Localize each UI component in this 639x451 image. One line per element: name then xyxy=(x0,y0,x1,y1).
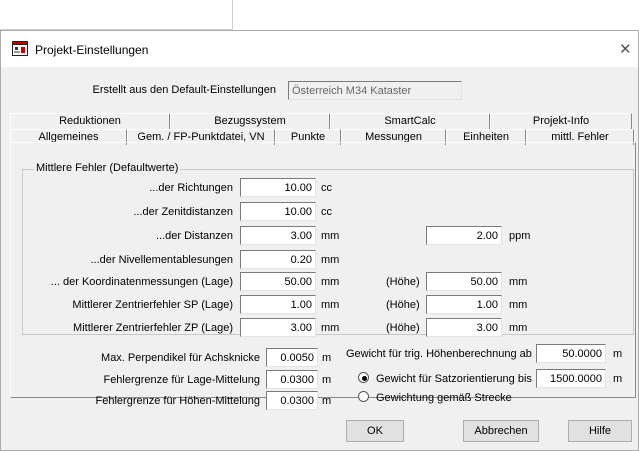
unit-lage-mittelung: m xyxy=(322,374,332,386)
field-zentrier-zp-lage[interactable]: 3.00 xyxy=(240,318,316,337)
unit-zentrier-zp-hoehe: mm xyxy=(509,322,528,334)
unit-richtungen: cc xyxy=(321,182,332,194)
row-label-zentrier-zp: Mittlerer Zentrierfehler ZP (Lage) xyxy=(73,322,233,334)
row-label-zenitdistanzen: ...der Zenitdistanzen xyxy=(133,206,233,218)
label-trig-hoehe: Gewicht für trig. Höhenberechnung ab xyxy=(346,348,532,360)
field-lage-mittelung[interactable]: 0.0300 xyxy=(266,370,318,389)
window-title: Projekt-Einstellungen xyxy=(35,43,149,57)
created-from-field: Österreich M34 Kataster xyxy=(288,81,462,100)
row-label-richtungen: ...der Richtungen xyxy=(149,182,233,194)
tab-bezugssystem[interactable]: Bezugssystem xyxy=(170,113,330,129)
field-nivellement[interactable]: 0.20 xyxy=(240,250,316,269)
field-zenitdistanzen[interactable]: 10.00 xyxy=(240,202,316,221)
field-zentrier-sp-hoehe[interactable]: 1.00 xyxy=(426,295,502,314)
label-perpendikel: Max. Perpendikel für Achsknicke xyxy=(101,352,260,364)
field-zentrier-zp-hoehe[interactable]: 3.00 xyxy=(426,318,502,337)
title-bar: Projekt-Einstellungen ✕ xyxy=(1,31,638,67)
unit-nivellement: mm xyxy=(321,254,340,266)
field-richtungen[interactable]: 10.00 xyxy=(240,178,316,197)
field-trig-hoehe[interactable]: 50.0000 xyxy=(536,344,606,363)
unit-zentrier-zp-lage: mm xyxy=(321,322,340,334)
tab-row-back: Reduktionen Bezugssystem SmartCalc Proje… xyxy=(10,113,632,129)
help-button[interactable]: Hilfe xyxy=(568,420,632,442)
field-distanzen-ppm[interactable]: 2.00 xyxy=(426,226,502,245)
unit-satzorientierung: m xyxy=(613,373,623,385)
unit-zenitdistanzen: cc xyxy=(321,206,332,218)
radio-satzorientierung[interactable] xyxy=(358,372,369,383)
label-koordinaten-hoehe: (Höhe) xyxy=(386,276,420,288)
unit-perpendikel: m xyxy=(322,352,332,364)
close-icon[interactable]: ✕ xyxy=(619,40,632,58)
ok-button[interactable]: OK xyxy=(346,420,404,442)
field-hoehen-mittelung[interactable]: 0.0300 xyxy=(266,391,318,410)
label-zentrier-sp-hoehe: (Höhe) xyxy=(386,299,420,311)
unit-zentrier-sp-hoehe: mm xyxy=(509,299,528,311)
tab-smartcalc[interactable]: SmartCalc xyxy=(330,113,490,129)
unit-zentrier-sp-lage: mm xyxy=(321,299,340,311)
group-title: Mittlere Fehler (Defaultwerte) xyxy=(34,162,181,174)
label-hoehen-mittelung: Fehlergrenze für Höhen-Mittelung xyxy=(95,395,260,407)
unit-koordinaten-hoehe: mm xyxy=(509,276,528,288)
row-label-koordinaten: ... der Koordinatenmessungen (Lage) xyxy=(50,276,233,288)
field-koordinaten-hoehe[interactable]: 50.00 xyxy=(426,272,502,291)
row-label-zentrier-sp: Mittlerer Zentrierfehler SP (Lage) xyxy=(72,299,233,311)
radio-gewichtung-strecke[interactable] xyxy=(358,391,369,402)
cancel-button[interactable]: Abbrechen xyxy=(463,420,539,442)
field-perpendikel[interactable]: 0.0050 xyxy=(266,348,318,367)
label-lage-mittelung: Fehlergrenze für Lage-Mittelung xyxy=(103,374,260,386)
unit-hoehen-mittelung: m xyxy=(322,395,332,407)
unit-koordinaten-lage: mm xyxy=(321,276,340,288)
row-label-nivellement: ...der Nivellementablesungen xyxy=(90,254,233,266)
field-zentrier-sp-lage[interactable]: 1.00 xyxy=(240,295,316,314)
label-satzorientierung: Gewicht für Satzorientierung bis xyxy=(376,373,532,385)
background-window-strip xyxy=(0,0,233,30)
unit-trig-hoehe: m xyxy=(613,348,623,360)
tab-projekt-info[interactable]: Projekt-Info xyxy=(490,113,632,129)
tab-reduktionen[interactable]: Reduktionen xyxy=(10,113,170,129)
unit-distanzen: mm xyxy=(321,230,340,242)
row-label-distanzen: ...der Distanzen xyxy=(155,230,233,242)
field-koordinaten-lage[interactable]: 50.00 xyxy=(240,272,316,291)
created-from-label: Erstellt aus den Default-Einstellungen xyxy=(92,84,276,96)
field-satzorientierung[interactable]: 1500.0000 xyxy=(536,369,606,388)
app-icon xyxy=(12,41,28,56)
label-gewichtung-strecke: Gewichtung gemäß Strecke xyxy=(376,392,512,404)
field-distanzen[interactable]: 3.00 xyxy=(240,226,316,245)
unit-ppm: ppm xyxy=(509,230,531,242)
label-zentrier-zp-hoehe: (Höhe) xyxy=(386,322,420,334)
